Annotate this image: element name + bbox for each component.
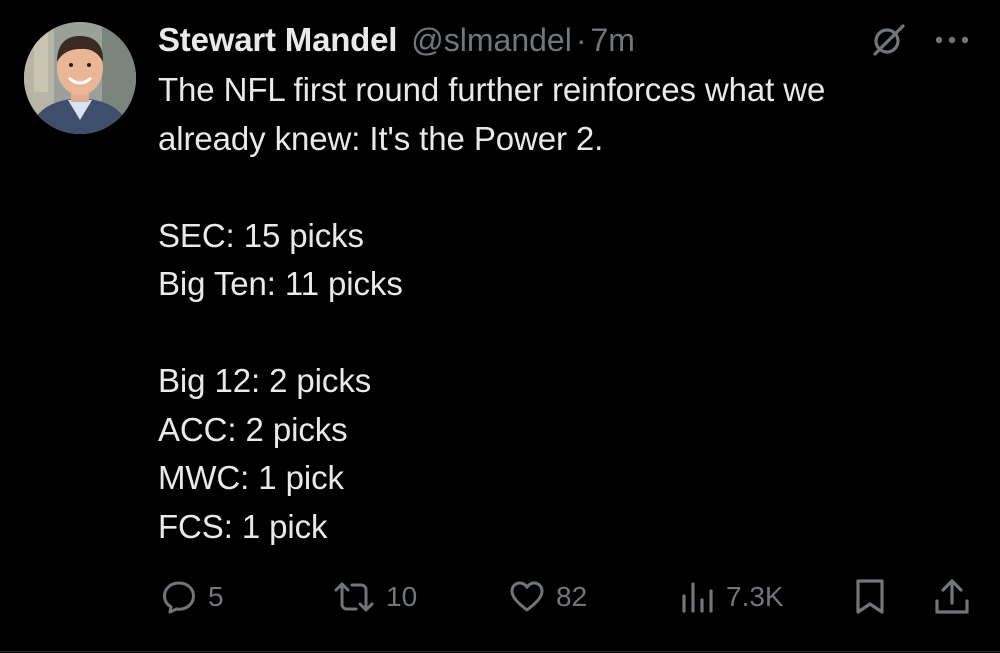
tweet-line: SEC: 15 picks: [158, 216, 364, 254]
reply-icon: [163, 581, 195, 614]
heart-icon: [510, 581, 544, 612]
tweet-line: The NFL first round further reinforces w…: [158, 71, 826, 108]
tweet-text: The NFL first round further reinforces w…: [158, 66, 978, 551]
more-button[interactable]: [930, 20, 974, 60]
like-button[interactable]: 82: [508, 572, 587, 622]
repost-icon: [334, 582, 374, 612]
bookmark-icon: [856, 579, 884, 614]
share-icon: [935, 579, 969, 614]
display-name[interactable]: Stewart Mandel: [158, 21, 397, 59]
like-count: 82: [556, 581, 588, 612]
tweet-line: Big Ten: 11 picks: [158, 265, 403, 302]
handle[interactable]: @slmandel: [411, 22, 572, 59]
separator-dot: ·: [575, 21, 587, 58]
grok-button[interactable]: [868, 20, 908, 60]
view-count: 7.3K: [726, 581, 784, 612]
tweet-header: Stewart Mandel @slmandel · 7m: [158, 18, 635, 62]
tweet-line: ACC: 2 picks: [158, 410, 348, 448]
timestamp[interactable]: 7m: [590, 22, 634, 59]
views-button[interactable]: 7.3K: [680, 572, 784, 622]
grok-icon: [873, 24, 905, 56]
tweet: Stewart Mandel @slmandel · 7m The NFL fi…: [0, 0, 1000, 653]
bookmark-button[interactable]: [852, 572, 888, 622]
avatar[interactable]: [24, 22, 136, 134]
share-button[interactable]: [932, 572, 972, 622]
tweet-line: MWC: 1 pick: [158, 459, 344, 496]
tweet-line: already knew: It's the Power 2.: [158, 119, 604, 157]
avatar-photo: [24, 22, 136, 134]
views-icon: [682, 582, 713, 613]
repost-button[interactable]: 10: [332, 572, 417, 622]
bottom-divider: [0, 651, 1000, 652]
more-icon: [935, 36, 969, 44]
action-bar: 5 10 82 7.3K: [0, 572, 1000, 622]
tweet-line: FCS: 1 pick: [158, 507, 328, 545]
reply-button[interactable]: 5: [160, 572, 224, 622]
tweet-line: Big 12: 2 picks: [158, 362, 372, 399]
repost-count: 10: [386, 581, 418, 612]
reply-count: 5: [208, 581, 224, 612]
